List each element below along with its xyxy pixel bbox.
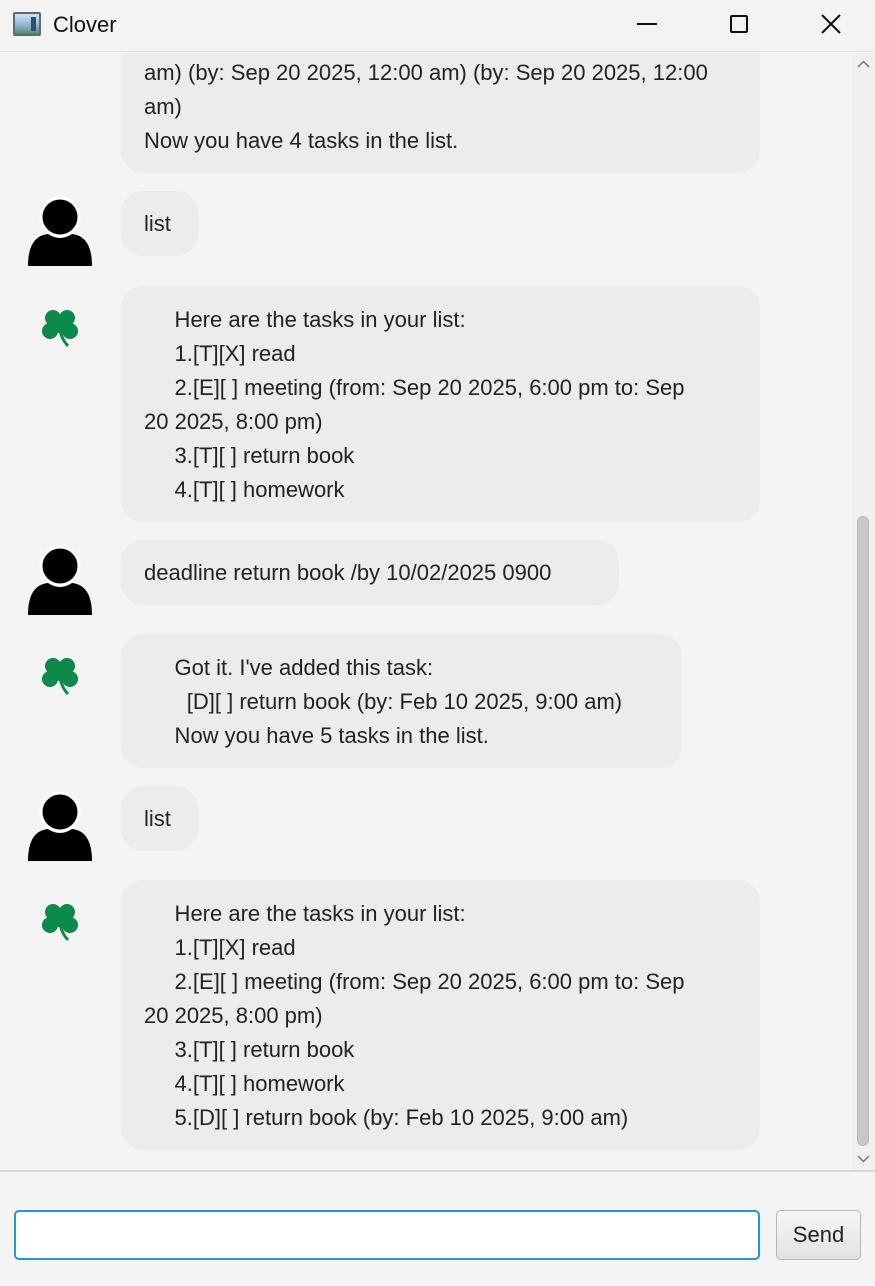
message-line: Got it. I've added this task: [144, 655, 434, 680]
minimize-icon [637, 23, 657, 25]
message-line: list [144, 211, 171, 236]
message-bubble: am) (by: Sep 20 2025, 12:00 am) (by: Sep… [121, 53, 760, 173]
app-icon [13, 12, 41, 36]
message-line: Now you have 5 tasks in the list. [144, 723, 489, 748]
message-line: 3.[T][ ] return book [144, 1037, 355, 1062]
four-leaf-clover-icon [42, 310, 78, 348]
four-leaf-clover-icon [42, 658, 78, 696]
message-bubble: list [121, 786, 198, 851]
send-button[interactable]: Send [776, 1210, 861, 1260]
bot-message: Got it. I've added this task: [D][ ] ret… [0, 634, 852, 768]
user-message: deadline return book /by 10/02/2025 0900 [0, 539, 852, 625]
message-bubble: Got it. I've added this task: [D][ ] ret… [121, 634, 682, 768]
message-line: list [144, 806, 171, 831]
message-line: 4.[T][ ] homework [144, 477, 345, 502]
message-line: 1.[T][X] read [144, 341, 296, 366]
bot-message: am) (by: Sep 20 2025, 12:00 am) (by: Sep… [0, 53, 852, 175]
close-icon [821, 14, 841, 34]
message-line: Here are the tasks in your list: [144, 901, 466, 926]
title-bar: Clover [0, 0, 875, 52]
bot-message: Here are the tasks in your list: 1.[T][X… [0, 286, 852, 522]
message-line: 4.[T][ ] homework [144, 1071, 345, 1096]
message-line: 3.[T][ ] return book [144, 443, 355, 468]
user-silhouette-icon [28, 196, 92, 266]
user-silhouette-icon [28, 545, 92, 615]
message-line: Now you have 4 tasks in the list. [144, 128, 459, 153]
message-line: Here are the tasks in your list: [144, 307, 466, 332]
message-line: 2.[E][ ] meeting (from: Sep 20 2025, 6:0… [144, 969, 685, 994]
message-bubble: list [121, 191, 198, 256]
minimize-button[interactable] [624, 0, 670, 48]
message-line: 20 2025, 8:00 pm) [144, 409, 323, 434]
message-line: 2.[E][ ] meeting (from: Sep 20 2025, 6:0… [144, 375, 685, 400]
user-silhouette-icon [28, 791, 92, 861]
message-input[interactable] [14, 1210, 760, 1260]
message-bubble: Here are the tasks in your list: 1.[T][X… [121, 880, 760, 1150]
scroll-down-arrow-icon[interactable] [857, 1152, 870, 1165]
scrollbar-thumb[interactable] [857, 516, 869, 1146]
chat-scroll-pane[interactable]: am) (by: Sep 20 2025, 12:00 am) (by: Sep… [0, 53, 852, 1170]
user-message: list [0, 190, 852, 276]
message-line: deadline return book /by 10/02/2025 0900 [144, 560, 552, 585]
message-line: 5.[D][ ] return book (by: Feb 10 2025, 9… [144, 1105, 629, 1130]
bot-message: Here are the tasks in your list: 1.[T][X… [0, 880, 852, 1150]
close-button[interactable] [808, 0, 854, 48]
message-line: 1.[T][X] read [144, 935, 296, 960]
message-bubble: Here are the tasks in your list: 1.[T][X… [121, 286, 760, 522]
vertical-scrollbar[interactable] [852, 53, 875, 1170]
message-line: am) [144, 94, 182, 119]
message-line: am) (by: Sep 20 2025, 12:00 am) (by: Sep… [144, 60, 708, 85]
maximize-button[interactable] [716, 0, 762, 48]
four-leaf-clover-icon [42, 904, 78, 942]
message-line: [D][ ] return book (by: Feb 10 2025, 9:0… [144, 689, 623, 714]
message-line: 20 2025, 8:00 pm) [144, 1003, 323, 1028]
window-title: Clover [53, 12, 117, 37]
user-message: list [0, 785, 852, 871]
maximize-icon [730, 15, 748, 33]
input-bar: Send [0, 1170, 875, 1286]
message-bubble: deadline return book /by 10/02/2025 0900 [121, 540, 619, 605]
scroll-up-arrow-icon[interactable] [857, 58, 870, 71]
